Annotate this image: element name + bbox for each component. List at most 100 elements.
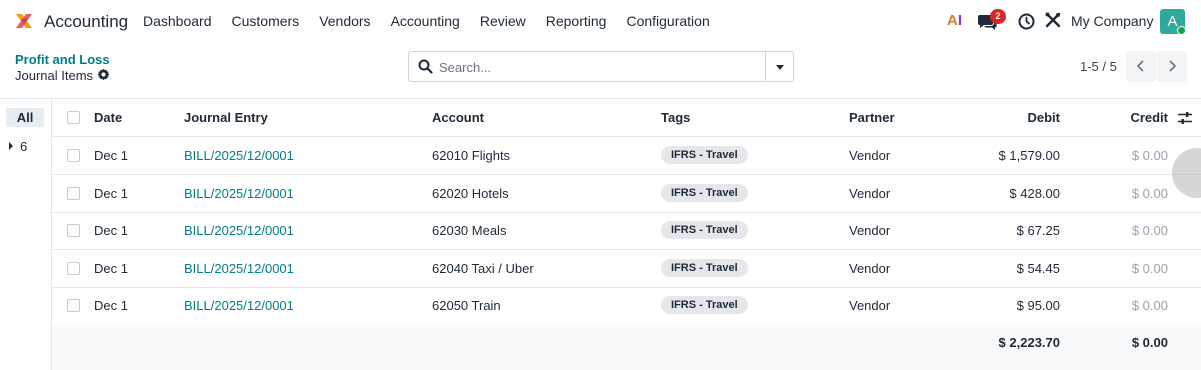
cell-partner: Vendor: [849, 148, 891, 163]
header-date[interactable]: Date: [94, 99, 122, 137]
cell-credit: $ 0.00: [1131, 261, 1168, 276]
row-checkbox[interactable]: [67, 262, 80, 275]
header-credit[interactable]: Credit: [1130, 99, 1168, 137]
pager-next-button[interactable]: [1157, 51, 1187, 82]
caret-right-icon: [9, 142, 13, 150]
chevron-left-icon: [1136, 60, 1144, 72]
cell-debit: $ 67.25: [1016, 223, 1060, 238]
header-tags[interactable]: Tags: [661, 99, 690, 137]
tag-badge: IFRS - Travel: [661, 145, 748, 164]
table-row[interactable]: Dec 1 BILL/2025/12/0001 62030 Meals IFRS…: [52, 212, 1201, 250]
search-input[interactable]: [439, 56, 759, 78]
total-credit: $ 0.00: [1131, 335, 1168, 350]
cell-account: 62010 Flights: [432, 148, 511, 163]
cell-date: Dec 1: [94, 261, 128, 276]
cell-debit: $ 95.00: [1016, 298, 1060, 313]
cell-journal-entry-link[interactable]: BILL/2025/12/0001: [184, 175, 294, 213]
table-header: Date Journal Entry Account Tags Partner …: [52, 99, 1201, 137]
online-status-dot: [1177, 26, 1186, 35]
group-item-label: 6: [20, 139, 28, 154]
cell-journal-entry-link[interactable]: BILL/2025/12/0001: [184, 137, 294, 175]
group-side-panel: All 6: [0, 99, 52, 370]
tag-badge: IFRS - Travel: [661, 183, 748, 202]
ai-icon-i: I: [957, 12, 963, 29]
cell-credit: $ 0.00: [1131, 298, 1168, 313]
cell-tags: IFRS - Travel: [661, 175, 748, 213]
menu-review[interactable]: Review: [470, 0, 536, 43]
search-icon: [418, 59, 433, 74]
group-all[interactable]: All: [6, 108, 44, 127]
cell-credit: $ 0.00: [1131, 223, 1168, 238]
cell-date: Dec 1: [94, 186, 128, 201]
tag-badge: IFRS - Travel: [661, 220, 748, 239]
cell-partner: Vendor: [849, 186, 891, 201]
clock-icon[interactable]: [1018, 13, 1035, 30]
search-bar: [408, 51, 794, 82]
row-checkbox[interactable]: [67, 187, 80, 200]
row-checkbox[interactable]: [67, 299, 80, 312]
menu-dashboard[interactable]: Dashboard: [133, 0, 222, 43]
column-settings-icon[interactable]: [1177, 110, 1193, 126]
menu-reporting[interactable]: Reporting: [536, 0, 617, 43]
cell-partner: Vendor: [849, 298, 891, 313]
cell-debit: $ 54.45: [1016, 261, 1060, 276]
cell-journal-entry-link[interactable]: BILL/2025/12/0001: [184, 212, 294, 250]
table-row[interactable]: Dec 1 BILL/2025/12/0001 62050 Train IFRS…: [52, 287, 1201, 325]
group-item-6[interactable]: 6: [9, 139, 27, 154]
total-debit: $ 2,223.70: [998, 335, 1060, 350]
top-navbar: Accounting Dashboard Customers Vendors A…: [0, 0, 1201, 43]
tag-badge: IFRS - Travel: [661, 295, 748, 314]
header-account[interactable]: Account: [432, 99, 484, 137]
table-row[interactable]: Dec 1 BILL/2025/12/0001 62040 Taxi / Ube…: [52, 250, 1201, 288]
menu-customers[interactable]: Customers: [222, 0, 310, 43]
cell-account: 62040 Taxi / Uber: [432, 261, 534, 276]
tools-icon[interactable]: [1044, 12, 1061, 29]
app-name[interactable]: Accounting: [44, 12, 128, 32]
cell-journal-entry-link[interactable]: BILL/2025/12/0001: [184, 287, 294, 325]
cell-date: Dec 1: [94, 223, 128, 238]
cell-debit: $ 428.00: [1009, 186, 1060, 201]
cell-date: Dec 1: [94, 148, 128, 163]
cell-credit: $ 0.00: [1131, 148, 1168, 163]
breadcrumb-profit-and-loss[interactable]: Profit and Loss: [15, 52, 110, 67]
table-footer-totals: $ 2,223.70 $ 0.00: [52, 324, 1201, 370]
cell-tags: IFRS - Travel: [661, 137, 748, 175]
search-options-toggle[interactable]: [765, 52, 793, 81]
cell-tags: IFRS - Travel: [661, 250, 748, 288]
gear-icon[interactable]: [97, 68, 110, 81]
table-row[interactable]: Dec 1 BILL/2025/12/0001 62010 Flights IF…: [52, 137, 1201, 175]
ai-icon-a: A: [947, 12, 958, 29]
chat-badge: 2: [990, 9, 1006, 24]
tag-badge: IFRS - Travel: [661, 258, 748, 277]
chevron-down-icon: [776, 65, 784, 70]
company-switcher[interactable]: My Company: [1071, 13, 1153, 29]
pager-value[interactable]: 1-5 / 5: [1080, 59, 1117, 74]
cell-tags: IFRS - Travel: [661, 212, 748, 250]
row-checkbox[interactable]: [67, 224, 80, 237]
menu-vendors[interactable]: Vendors: [309, 0, 380, 43]
page-title: Journal Items: [15, 68, 94, 83]
header-journal-entry[interactable]: Journal Entry: [184, 99, 268, 137]
row-checkbox[interactable]: [67, 149, 80, 162]
cell-debit: $ 1,579.00: [998, 148, 1060, 163]
header-debit[interactable]: Debit: [1028, 99, 1061, 137]
cell-account: 62020 Hotels: [432, 186, 509, 201]
ai-icon[interactable]: AI: [947, 12, 962, 29]
select-all-checkbox[interactable]: [67, 111, 80, 124]
cell-date: Dec 1: [94, 298, 128, 313]
main-menu: Dashboard Customers Vendors Accounting R…: [133, 0, 720, 43]
header-partner[interactable]: Partner: [849, 99, 895, 137]
accounting-app-icon[interactable]: [14, 11, 34, 31]
cell-partner: Vendor: [849, 261, 891, 276]
menu-accounting[interactable]: Accounting: [381, 0, 470, 43]
cell-journal-entry-link[interactable]: BILL/2025/12/0001: [184, 250, 294, 288]
cell-account: 62050 Train: [432, 298, 501, 313]
menu-configuration[interactable]: Configuration: [616, 0, 719, 43]
cell-partner: Vendor: [849, 223, 891, 238]
cell-tags: IFRS - Travel: [661, 287, 748, 325]
chevron-right-icon: [1169, 60, 1177, 72]
pager-previous-button[interactable]: [1126, 51, 1156, 82]
cell-account: 62030 Meals: [432, 223, 507, 238]
table-row[interactable]: Dec 1 BILL/2025/12/0001 62020 Hotels IFR…: [52, 175, 1201, 213]
cell-credit: $ 0.00: [1131, 186, 1168, 201]
